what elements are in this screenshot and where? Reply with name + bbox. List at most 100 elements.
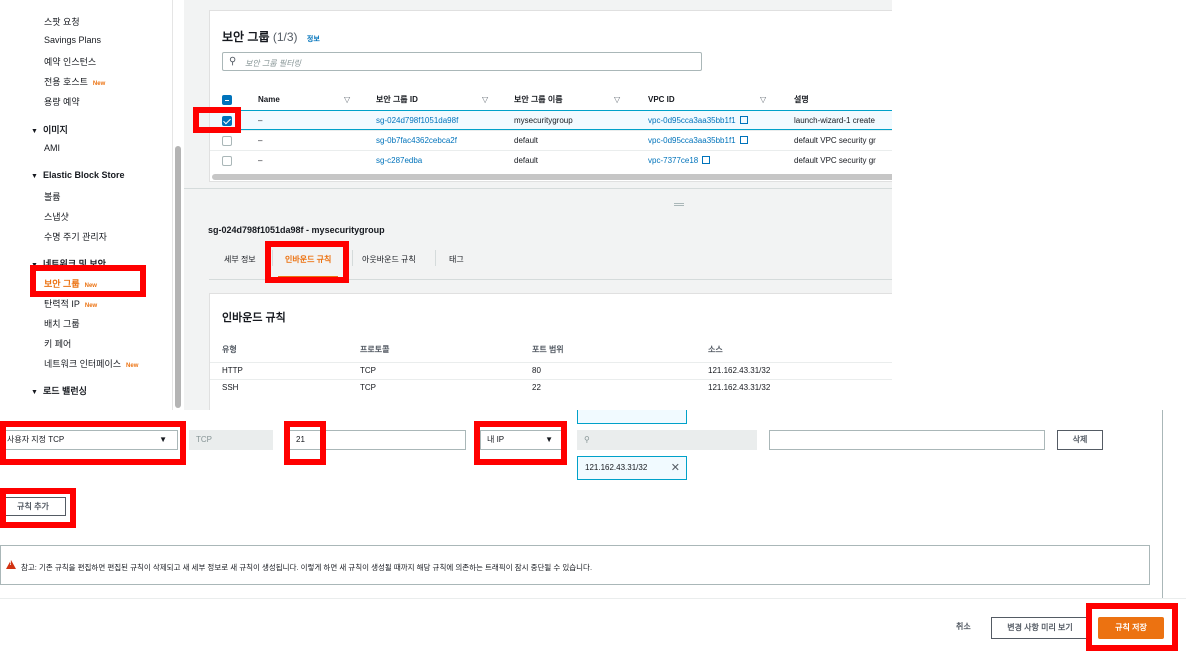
row-checkbox[interactable] bbox=[222, 116, 232, 126]
sidebar-section-network-security[interactable]: ▼ 네트워크 및 보안 bbox=[31, 257, 106, 270]
sidebar-item-spot-requests[interactable]: 스팟 요청 bbox=[44, 15, 80, 28]
sidebar-item-label: 키 페어 bbox=[44, 339, 72, 349]
cell-vpc-link[interactable]: vpc-0d95cca3aa35bb1f1 bbox=[648, 131, 748, 151]
sidebar-item-savings-plans[interactable]: Savings Plans bbox=[44, 35, 101, 45]
sidebar-item-key-pairs[interactable]: 키 페어 bbox=[44, 337, 71, 350]
row-checkbox[interactable] bbox=[222, 156, 232, 166]
column-header-name[interactable]: Name bbox=[258, 90, 280, 110]
info-link[interactable]: 정보 bbox=[307, 36, 320, 43]
tab-tags[interactable]: 태그 bbox=[449, 254, 464, 265]
filter-input[interactable]: ⚲ 보안 그룹 필터링 bbox=[222, 52, 702, 71]
add-rule-button[interactable]: 규칙 추가 bbox=[0, 497, 66, 516]
cell-port: 22 bbox=[532, 383, 541, 392]
cell-vpc-link[interactable]: vpc-0d95cca3aa35bb1f1 bbox=[648, 111, 748, 131]
cell-description: default VPC security gr bbox=[794, 136, 876, 145]
table-row: SSH TCP 22 121.162.43.31/32 bbox=[210, 379, 892, 396]
column-header-source: 소스 bbox=[708, 345, 723, 354]
column-header-group-name[interactable]: 보안 그룹 이름 bbox=[514, 90, 563, 110]
column-header-description[interactable]: 설명 bbox=[794, 90, 809, 110]
scrollbar-thumb[interactable] bbox=[175, 146, 181, 408]
type-select-value: 사용자 지정 TCP bbox=[7, 435, 65, 444]
sidebar-item-label: 탄력적 IP bbox=[44, 299, 80, 309]
cell-group-id-link[interactable]: sg-0b7fac4362cebca2f bbox=[376, 131, 457, 151]
cell-type: HTTP bbox=[222, 366, 243, 375]
sidebar-section-load-balancing[interactable]: ▼ 로드 밸런싱 bbox=[31, 384, 87, 397]
vpc-id: vpc-0d95cca3aa35bb1f1 bbox=[648, 116, 736, 125]
sidebar-section-label: Elastic Block Store bbox=[43, 170, 125, 180]
tab-separator bbox=[435, 250, 436, 266]
cell-description: launch-wizard-1 create bbox=[794, 116, 875, 125]
sidebar-item-volumes[interactable]: 볼륨 bbox=[44, 190, 61, 203]
sidebar-item-snapshots[interactable]: 스냅샷 bbox=[44, 210, 69, 223]
sidebar-section-label: 네트워크 및 보안 bbox=[43, 259, 106, 269]
sidebar-item-capacity-reservations[interactable]: 용량 예약 bbox=[44, 95, 80, 108]
sort-icon[interactable]: ▽ bbox=[344, 90, 350, 110]
table-row[interactable]: – sg-0b7fac4362cebca2f default vpc-0d95c… bbox=[210, 130, 892, 150]
sidebar-item-reserved-instances[interactable]: 예약 인스턴스 bbox=[44, 55, 96, 68]
column-header-vpc[interactable]: VPC ID bbox=[648, 90, 675, 110]
sidebar-item-lifecycle-manager[interactable]: 수명 주기 관리자 bbox=[44, 230, 107, 243]
source-select-value: 내 IP bbox=[487, 435, 505, 444]
tab-inbound-rules[interactable]: 인바운드 규칙 bbox=[285, 254, 331, 265]
table-row[interactable]: – sg-024d798f1051da98f mysecuritygroup v… bbox=[210, 110, 892, 130]
caret-down-icon: ▼ bbox=[31, 173, 38, 180]
caret-down-icon: ▼ bbox=[31, 389, 38, 396]
footer-divider bbox=[0, 598, 1186, 599]
type-select[interactable]: 사용자 지정 TCP ▼ bbox=[0, 430, 178, 450]
new-badge: New bbox=[84, 303, 98, 309]
sidebar-item-ami[interactable]: AMI bbox=[44, 143, 60, 153]
cell-group-name: default bbox=[514, 156, 539, 165]
sidebar-item-placement-groups[interactable]: 배치 그룹 bbox=[44, 317, 80, 330]
source-select[interactable]: 내 IP ▼ bbox=[480, 430, 564, 450]
cidr-search-input[interactable]: ⚲ bbox=[577, 430, 757, 450]
horizontal-scrollbar[interactable] bbox=[212, 174, 892, 180]
tab-outbound-rules[interactable]: 아웃바운드 규칙 bbox=[362, 254, 416, 265]
dropdown-arrow-icon: ▼ bbox=[159, 435, 167, 444]
dropdown-arrow-icon: ▼ bbox=[545, 435, 553, 444]
tab-details[interactable]: 세부 정보 bbox=[224, 254, 256, 265]
cell-protocol: TCP bbox=[360, 366, 376, 375]
sort-icon[interactable]: ▽ bbox=[482, 90, 488, 110]
protocol-field: TCP bbox=[189, 430, 273, 450]
cancel-button[interactable]: 취소 bbox=[956, 621, 971, 632]
cell-vpc-link[interactable]: vpc-7377ce18 bbox=[648, 151, 711, 171]
sidebar-item-dedicated-hosts[interactable]: 전용 호스트 New bbox=[44, 75, 105, 88]
warning-icon bbox=[6, 560, 16, 569]
sidebar-item-elastic-ips[interactable]: 탄력적 IP New bbox=[44, 297, 97, 310]
sidebar-section-images[interactable]: ▼ 이미지 bbox=[31, 123, 68, 136]
column-header-id[interactable]: 보안 그룹 ID bbox=[376, 90, 418, 110]
sidebar-nav: 스팟 요청 Savings Plans 예약 인스턴스 전용 호스트 New 용량… bbox=[0, 0, 172, 410]
description-input[interactable] bbox=[769, 430, 1045, 450]
sidebar-item-label: 수명 주기 관리자 bbox=[44, 232, 107, 242]
sort-icon[interactable]: ▽ bbox=[760, 90, 766, 110]
save-rules-button[interactable]: 규칙 저장 bbox=[1098, 617, 1164, 639]
cidr-token-text: 121.162.43.31/32 bbox=[585, 463, 648, 472]
warning-notice: 참고: 기존 규칙을 편집하면 편집된 규칙이 삭제되고 새 세부 정보로 새 … bbox=[0, 545, 1150, 585]
filter-placeholder: 보안 그룹 필터링 bbox=[245, 59, 301, 68]
delete-button[interactable]: 삭제 bbox=[1057, 430, 1103, 450]
cell-group-name: default bbox=[514, 136, 539, 145]
sort-icon[interactable]: ▽ bbox=[614, 90, 620, 110]
preview-changes-button[interactable]: 변경 사항 미리 보기 bbox=[991, 617, 1089, 639]
sidebar-scrollbar[interactable] bbox=[172, 0, 184, 410]
table-row[interactable]: – sg-c287edba default vpc-7377ce18 defau… bbox=[210, 150, 892, 170]
cell-protocol: TCP bbox=[360, 383, 376, 392]
sidebar-item-network-interfaces[interactable]: 네트워크 인터페이스 New bbox=[44, 357, 138, 370]
sidebar-item-label: AMI bbox=[44, 143, 61, 153]
resize-handle-icon[interactable] bbox=[674, 203, 684, 206]
sidebar-item-label: 예약 인스턴스 bbox=[44, 57, 97, 67]
cell-name: – bbox=[258, 136, 263, 145]
sidebar-section-ebs[interactable]: ▼ Elastic Block Store bbox=[31, 170, 125, 180]
column-header-protocol: 프로토콜 bbox=[360, 345, 390, 354]
sidebar-item-security-groups[interactable]: 보안 그룹 New bbox=[44, 277, 97, 290]
new-badge: New bbox=[84, 283, 97, 289]
cell-group-id-link[interactable]: sg-024d798f1051da98f bbox=[376, 111, 458, 131]
select-all-checkbox[interactable] bbox=[222, 95, 232, 105]
cidr-token: 121.162.43.31/32 ✕ bbox=[577, 456, 687, 480]
cell-group-id-link[interactable]: sg-c287edba bbox=[376, 151, 422, 171]
close-icon[interactable]: ✕ bbox=[671, 457, 680, 479]
port-range-input[interactable]: 21 bbox=[289, 430, 466, 450]
row-checkbox[interactable] bbox=[222, 136, 232, 146]
notice-text: 참고: 기존 규칙을 편집하면 편집된 규칙이 삭제되고 새 세부 정보로 새 … bbox=[21, 563, 593, 572]
sidebar-item-label: 네트워크 인터페이스 bbox=[44, 359, 122, 369]
